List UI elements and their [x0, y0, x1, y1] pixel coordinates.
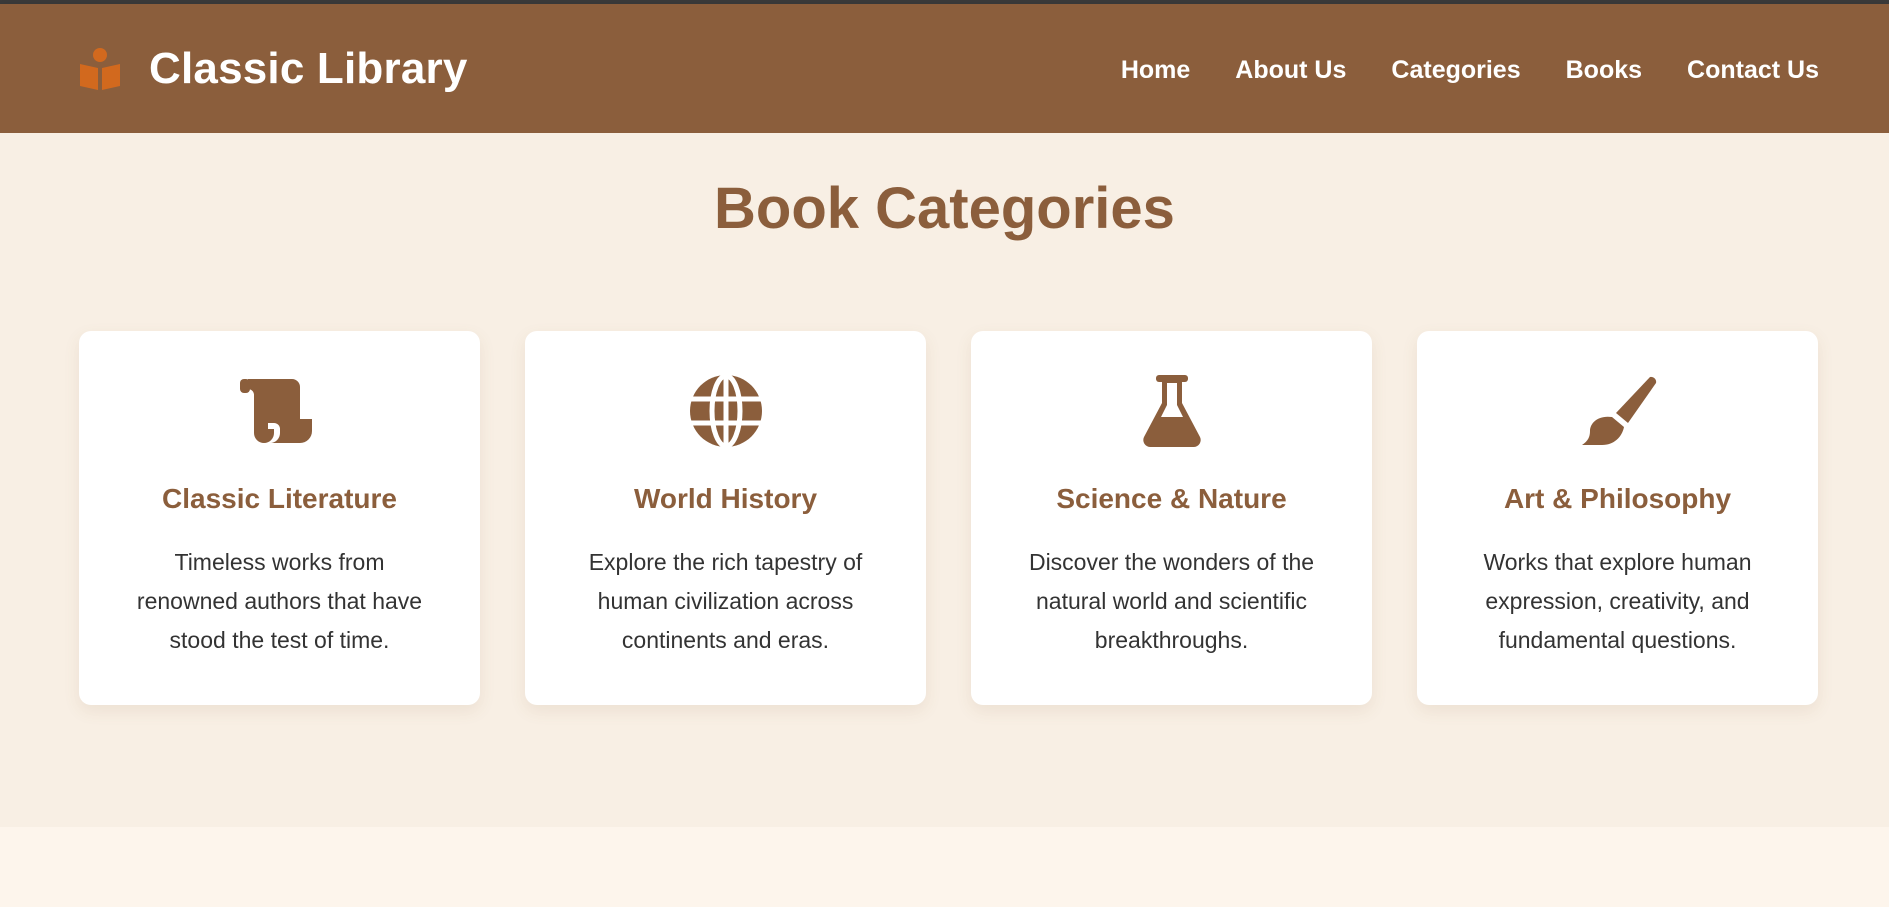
book-reader-icon: [80, 48, 120, 90]
brand[interactable]: Classic Library: [78, 44, 468, 94]
section-title: Book Categories: [714, 176, 1175, 241]
site-header: Classic Library Home About Us Categories…: [0, 4, 1889, 133]
category-card-science-nature[interactable]: Science & Nature Discover the wonders of…: [971, 331, 1372, 705]
brand-title: Classic Library: [149, 44, 468, 93]
category-card-classic-literature[interactable]: Classic Literature Timeless works from r…: [79, 331, 480, 705]
card-title: Science & Nature: [1056, 483, 1287, 514]
main-nav: Home About Us Categories Books Contact U…: [1121, 56, 1819, 85]
nav-contact-us[interactable]: Contact Us: [1687, 56, 1819, 85]
category-cards: Classic Literature Timeless works from r…: [79, 331, 1818, 705]
globe-icon: [689, 375, 762, 447]
nav-home[interactable]: Home: [1121, 56, 1190, 85]
category-card-world-history[interactable]: World History Explore the rich tapestry …: [525, 331, 926, 705]
nav-books[interactable]: Books: [1566, 56, 1642, 85]
nav-categories[interactable]: Categories: [1391, 56, 1520, 85]
card-description: Works that explore human expression, cre…: [1483, 549, 1752, 653]
card-description: Discover the wonders of the natural worl…: [1028, 549, 1315, 653]
page-bottom-area: [0, 827, 1889, 907]
nav-about-us[interactable]: About Us: [1235, 56, 1346, 85]
paintbrush-icon: [1581, 376, 1656, 445]
category-card-art-philosophy[interactable]: Art & Philosophy Works that explore huma…: [1417, 331, 1818, 705]
card-description: Explore the rich tapestry of human civil…: [588, 549, 863, 653]
flask-icon: [1142, 375, 1201, 447]
categories-section: Book Categories Classic Literature Timel…: [0, 133, 1889, 827]
scroll-icon: [239, 379, 312, 443]
card-description: Timeless works from renowned authors tha…: [136, 549, 423, 653]
card-title: Classic Literature: [162, 483, 397, 514]
card-title: Art & Philosophy: [1503, 483, 1732, 514]
card-title: World History: [633, 483, 818, 514]
